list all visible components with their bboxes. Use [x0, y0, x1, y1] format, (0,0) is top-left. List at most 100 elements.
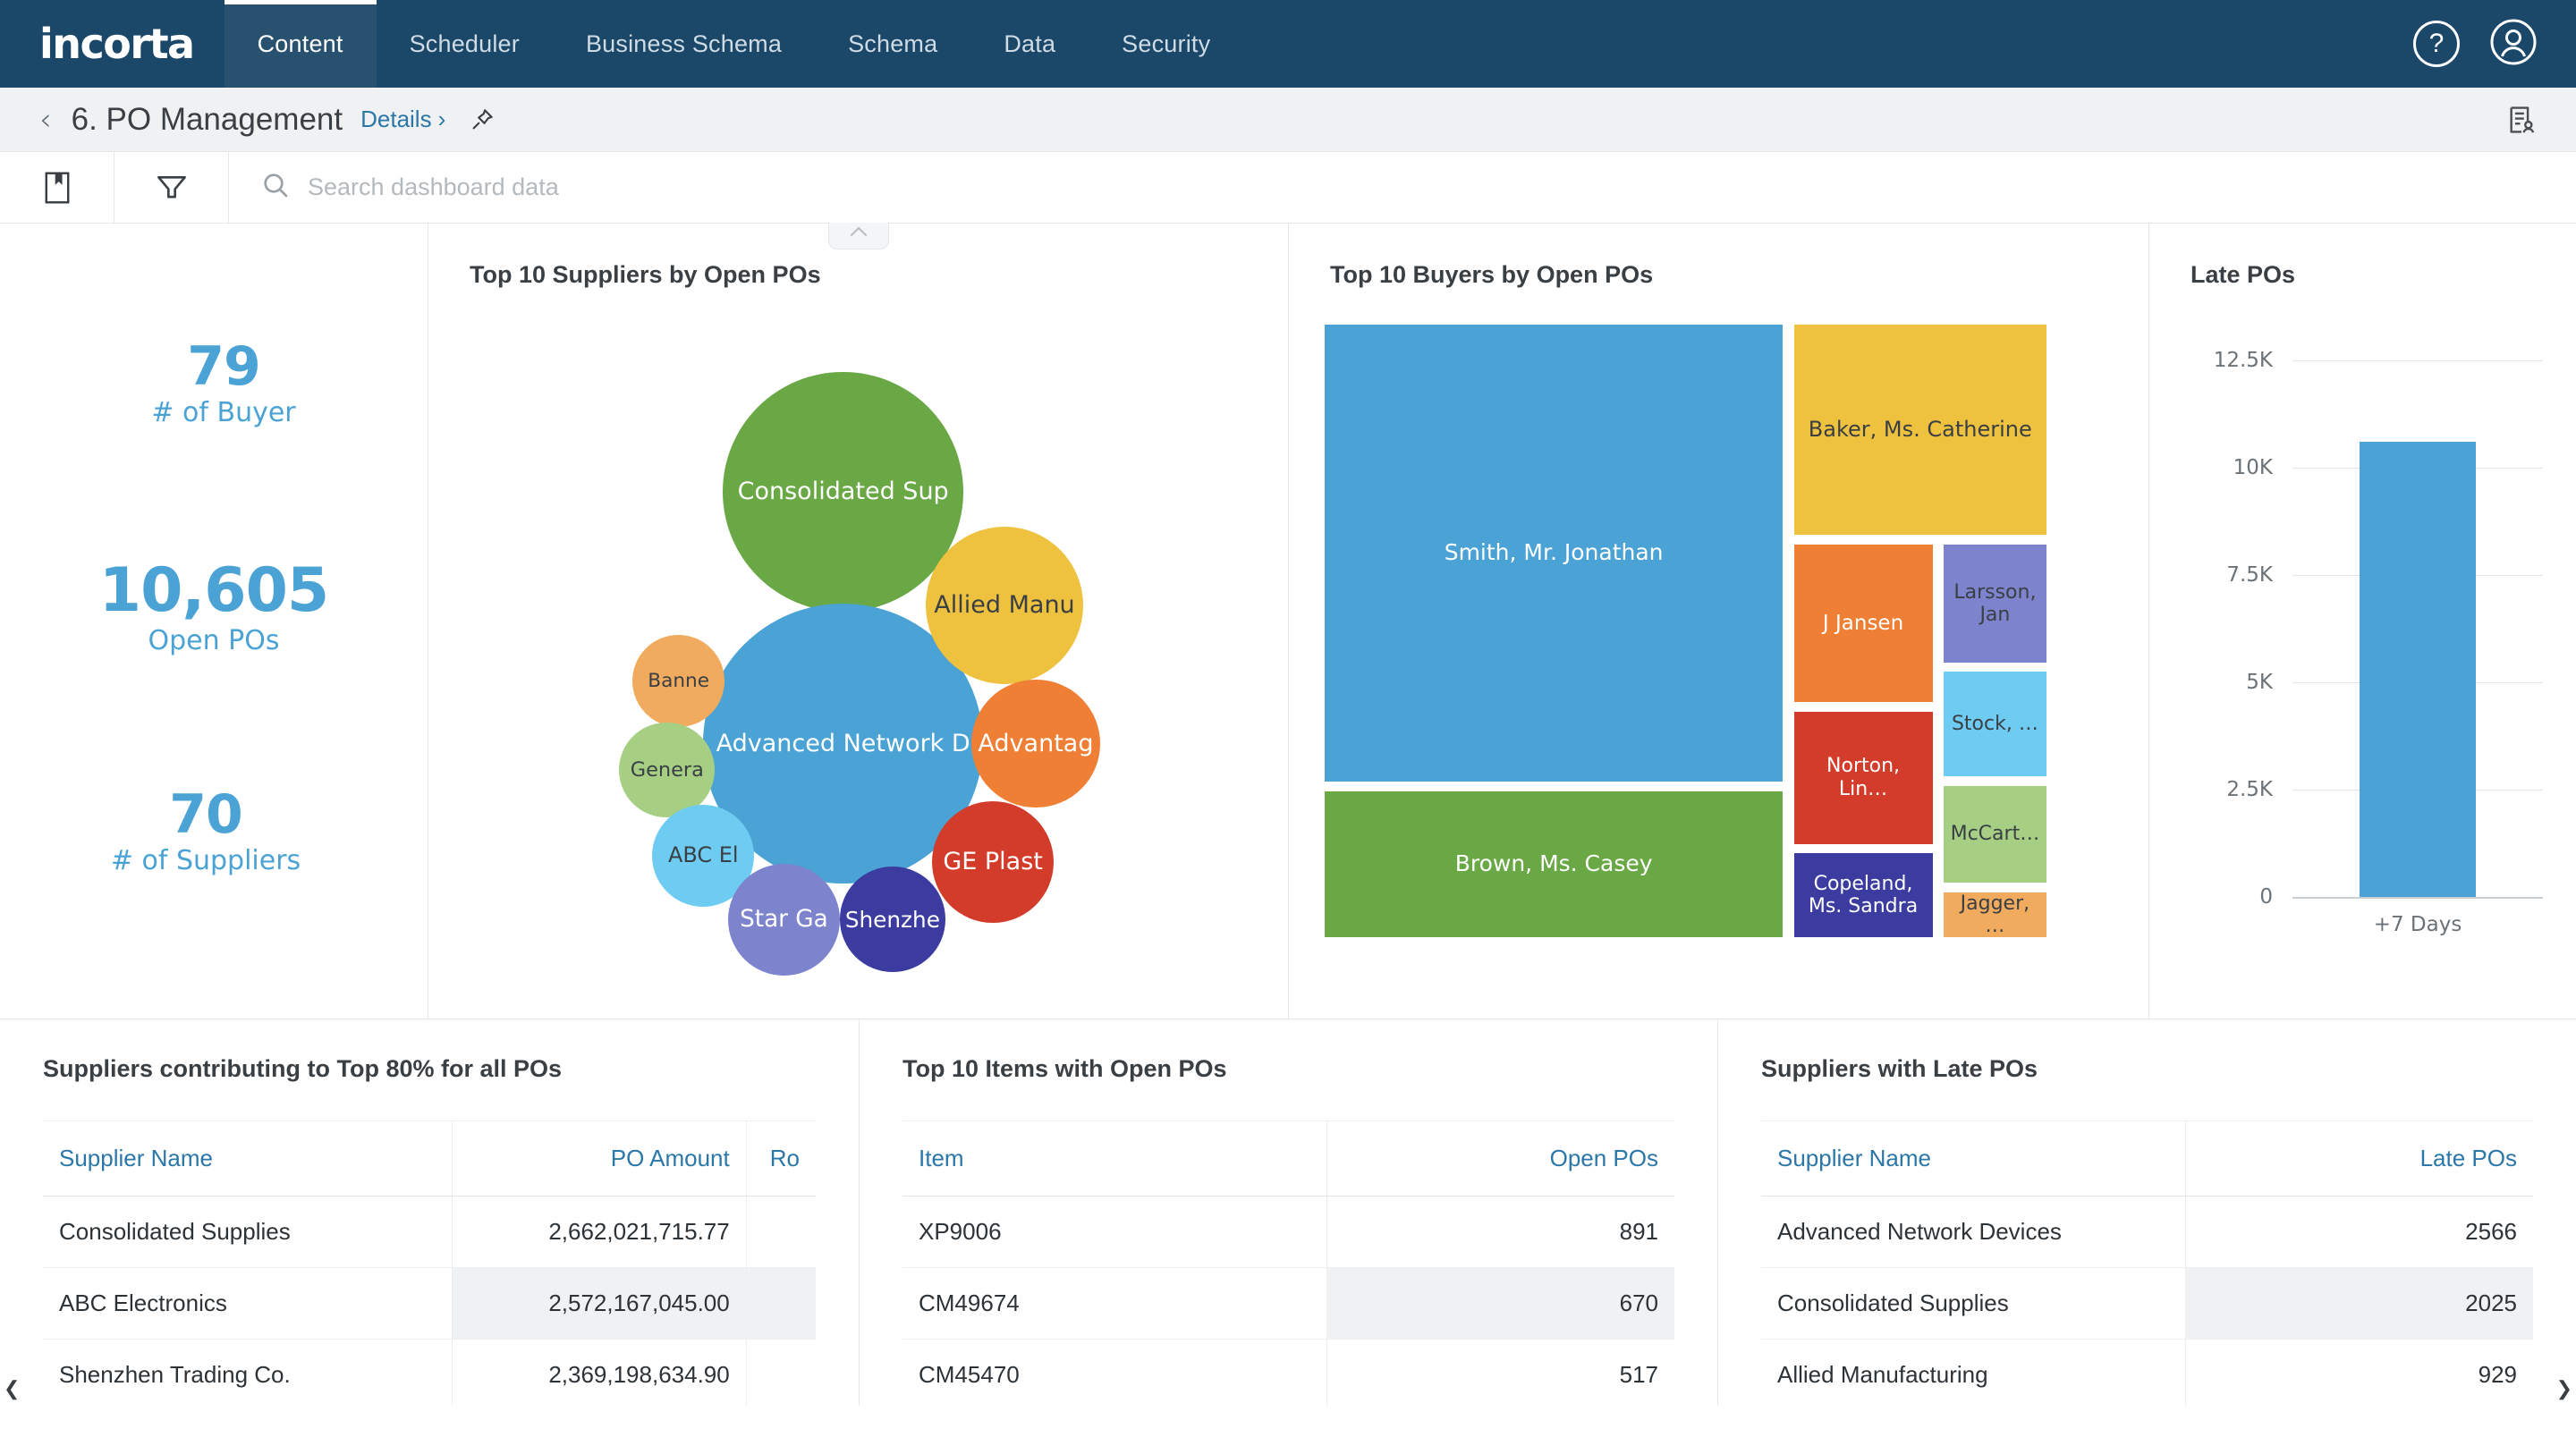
panel-late-pos: Late POs 02.5K5K7.5K10K12.5K+7 Days [2148, 224, 2576, 1019]
column-header-supplier-name[interactable]: Supplier Name [1761, 1121, 2186, 1196]
panel-top-suppliers: Top 10 Suppliers by Open POs Consolidate… [428, 224, 1288, 1019]
bar-plus-7-days[interactable] [2360, 442, 2476, 897]
pin-icon[interactable] [469, 106, 496, 133]
column-header-item[interactable]: Item [902, 1121, 1327, 1196]
table-cell [746, 1268, 816, 1340]
kpi-suppliers[interactable]: 70 # of Suppliers [0, 787, 428, 876]
primary-nav: Content Scheduler Business Schema Schema… [225, 0, 1244, 88]
column-header-late-pos[interactable]: Late POs [2186, 1121, 2533, 1196]
nav-item-schema[interactable]: Schema [815, 0, 970, 88]
dashboard-bottom-row: Suppliers contributing to Top 80% for al… [0, 1019, 2576, 1406]
search-icon [261, 171, 290, 204]
dashboard-main-row: 79 # of Buyer 10,605 Open POs 70 # of Su… [0, 224, 2576, 1019]
bookmark-icon[interactable] [0, 152, 114, 223]
table-cell: 2,662,021,715.77 [453, 1196, 746, 1268]
table-cell: ABC Electronics [43, 1268, 453, 1340]
table-row[interactable]: Shenzhen Trading Co.2,369,198,634.90 [43, 1340, 816, 1407]
treemap-tile-j-jansen[interactable]: J Jansen [1794, 545, 1933, 702]
panel-late-suppliers: Suppliers with Late POs Supplier NameLat… [1717, 1019, 2576, 1406]
table-row[interactable]: CM45470517 [902, 1340, 1674, 1407]
bubble-advantag[interactable]: Advantag [971, 680, 1100, 808]
nav-item-business-schema[interactable]: Business Schema [553, 0, 815, 88]
panel-top80-suppliers: Suppliers contributing to Top 80% for al… [0, 1019, 859, 1406]
details-link[interactable]: Details› [360, 106, 445, 133]
user-circle-icon[interactable] [2490, 19, 2537, 70]
nav-item-content[interactable]: Content [225, 0, 377, 88]
treemap-tile-smith-mr-jonathan[interactable]: Smith, Mr. Jonathan [1325, 325, 1783, 782]
column-header-supplier-name[interactable]: Supplier Name [43, 1121, 453, 1196]
nav-item-data[interactable]: Data [970, 0, 1089, 88]
table-cell: Shenzhen Trading Co. [43, 1340, 453, 1407]
table-cell: 2566 [2186, 1196, 2533, 1268]
back-button[interactable]: ‹ [39, 105, 52, 135]
kpi-buyers-label: # of Buyer [20, 397, 428, 428]
table-row[interactable]: CM49674670 [902, 1268, 1674, 1340]
treemap-tile-larsson-jan[interactable]: Larsson, Jan [1944, 545, 2046, 663]
treemap-tile-brown-ms-casey[interactable]: Brown, Ms. Casey [1325, 791, 1783, 937]
funnel-filter-icon[interactable] [114, 152, 229, 223]
kpi-open-pos[interactable]: 10,605 Open POs [0, 559, 428, 655]
chevron-right-icon: › [438, 106, 446, 132]
table-cell: XP9006 [902, 1196, 1327, 1268]
table-top-items: ItemOpen POsXP9006891CM49674670CM4547051… [902, 1120, 1674, 1406]
table-cell [746, 1196, 816, 1268]
scroll-right-icon[interactable]: ❯ [2556, 1377, 2572, 1400]
table-header-row: Supplier NameLate POs [1761, 1121, 2533, 1196]
table-cell: 670 [1327, 1268, 1674, 1340]
treemap-tile-mccart[interactable]: McCart… [1944, 786, 2046, 882]
scroll-left-icon[interactable]: ❮ [4, 1377, 20, 1400]
table-title-top80: Suppliers contributing to Top 80% for al… [0, 1019, 859, 1083]
bubble-ge-plast[interactable]: GE Plast [932, 801, 1054, 923]
table-cell: Advanced Network Devices [1761, 1196, 2186, 1268]
document-user-icon[interactable] [2506, 105, 2537, 135]
nav-item-scheduler[interactable]: Scheduler [377, 0, 553, 88]
table-row[interactable]: Consolidated Supplies2,662,021,715.77 [43, 1196, 816, 1268]
incorta-logo[interactable]: incorta [0, 0, 225, 88]
table-top80-suppliers: Supplier NamePO AmountRoConsolidated Sup… [43, 1120, 816, 1406]
kpi-suppliers-value: 70 [0, 787, 428, 843]
column-header-po-amount[interactable]: PO Amount [453, 1121, 746, 1196]
table-cell: 2025 [2186, 1268, 2533, 1340]
bubble-allied-manu[interactable]: Allied Manu [926, 527, 1084, 685]
kpi-open-pos-label: Open POs [0, 625, 428, 656]
bubble-genera[interactable]: Genera [619, 723, 715, 818]
search-input[interactable] [308, 173, 2576, 201]
x-axis-tick-label: +7 Days [2374, 913, 2462, 936]
treemap-tile-norton-lin[interactable]: Norton, Lin… [1794, 712, 1933, 844]
bubble-shenzhe[interactable]: Shenzhe [840, 867, 945, 972]
bubble-star-ga[interactable]: Star Ga [728, 864, 840, 976]
bubble-consolidated-sup[interactable]: Consolidated Sup [723, 372, 963, 613]
kpi-column: 79 # of Buyer 10,605 Open POs 70 # of Su… [0, 224, 428, 1019]
panel-top-buyers: Top 10 Buyers by Open POs Smith, Mr. Jon… [1288, 224, 2148, 1019]
kpi-buyers[interactable]: 79 # of Buyer [20, 339, 428, 428]
column-header-ro[interactable]: Ro [746, 1121, 816, 1196]
treemap-tile-baker-ms-catherine[interactable]: Baker, Ms. Catherine [1794, 325, 2046, 535]
table-cell: 517 [1327, 1340, 1674, 1407]
nav-actions: ? [2413, 0, 2576, 88]
table-cell: Consolidated Supplies [43, 1196, 453, 1268]
late-pos-bar-chart: 02.5K5K7.5K10K12.5K+7 Days [2149, 334, 2540, 960]
table-row[interactable]: Advanced Network Devices2566 [1761, 1196, 2533, 1268]
treemap-tile-copeland-ms-sandra[interactable]: Copeland, Ms. Sandra [1794, 853, 1933, 937]
panel-title-top-buyers: Top 10 Buyers by Open POs [1289, 224, 2148, 289]
table-row[interactable]: Allied Manufacturing929 [1761, 1340, 2533, 1407]
collapse-panel-button[interactable] [828, 223, 889, 249]
table-title-late-suppliers: Suppliers with Late POs [1718, 1019, 2576, 1083]
y-axis-tick-label: 10K [2149, 456, 2273, 479]
table-cell: 891 [1327, 1196, 1674, 1268]
help-circle-icon[interactable]: ? [2413, 21, 2460, 67]
table-row[interactable]: Consolidated Supplies2025 [1761, 1268, 2533, 1340]
table-row[interactable]: XP9006891 [902, 1196, 1674, 1268]
table-header-row: Supplier NamePO AmountRo [43, 1121, 816, 1196]
dashboard-toolbar [0, 152, 2576, 224]
table-cell: 2,572,167,045.00 [453, 1268, 746, 1340]
treemap-tile-jagger[interactable]: Jagger, … [1944, 892, 2046, 937]
bubble-banne[interactable]: Banne [632, 635, 724, 727]
nav-item-security[interactable]: Security [1089, 0, 1243, 88]
y-axis-tick-label: 0 [2149, 885, 2273, 909]
column-header-open-pos[interactable]: Open POs [1327, 1121, 1674, 1196]
table-row[interactable]: ABC Electronics2,572,167,045.00 [43, 1268, 816, 1340]
table-late-suppliers: Supplier NameLate POsAdvanced Network De… [1761, 1120, 2533, 1406]
table-cell [746, 1340, 816, 1407]
treemap-tile-stock[interactable]: Stock, … [1944, 672, 2046, 775]
